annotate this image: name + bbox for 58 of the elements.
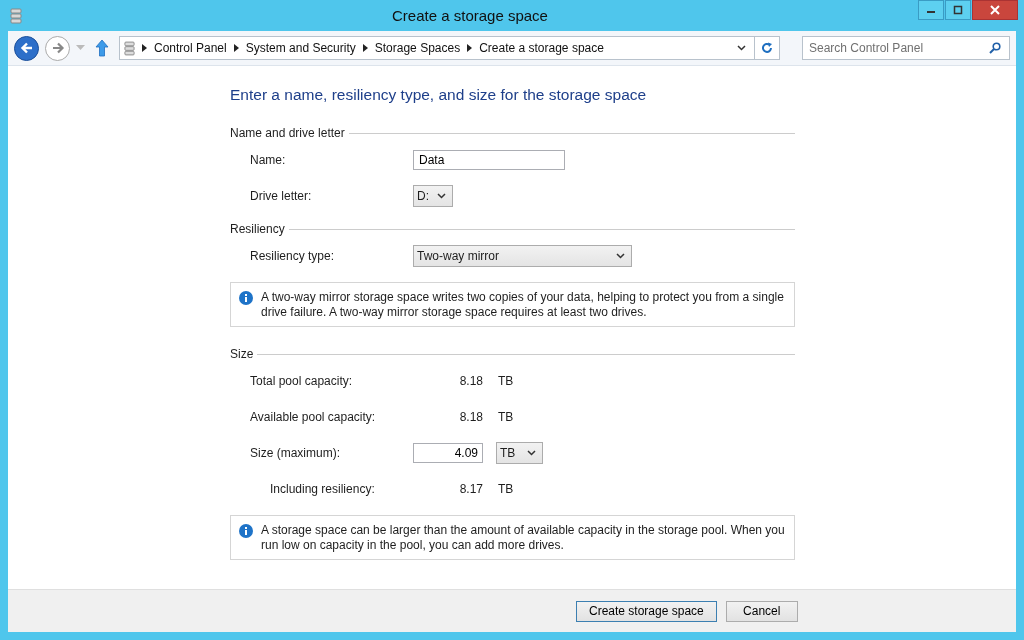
address-bar[interactable]: Control Panel System and Security Storage Spaces Create a storage space [119, 36, 755, 60]
right-arrow-icon [50, 41, 65, 55]
forward-button[interactable] [45, 35, 70, 61]
back-button[interactable] [14, 35, 39, 61]
breadcrumb[interactable]: Create a storage space [479, 41, 604, 55]
breadcrumb[interactable]: Control Panel [154, 41, 227, 55]
drive-stack-icon [124, 40, 135, 56]
chevron-down-icon [527, 450, 536, 456]
maximize-button[interactable] [945, 0, 971, 20]
dropdown[interactable]: D: [413, 185, 453, 207]
chevron-down-icon[interactable] [737, 45, 746, 51]
capacity-value: 8.18 [458, 410, 483, 424]
maximize-icon [953, 5, 963, 15]
chevron-down-icon [616, 253, 625, 259]
refresh-icon [761, 42, 773, 54]
info-icon [239, 524, 253, 538]
section-title: Resiliency [230, 222, 285, 236]
chevron-right-icon [362, 44, 368, 52]
unit-label: TB [498, 410, 514, 424]
up-arrow-icon[interactable] [95, 39, 109, 57]
breadcrumb[interactable]: Storage Spaces [374, 41, 461, 55]
chevron-right-icon [233, 44, 239, 52]
left-arrow-icon [19, 41, 34, 55]
close-button[interactable] [972, 0, 1018, 20]
capacity-value: 8.17 [458, 482, 483, 496]
minimize-button[interactable] [918, 0, 944, 20]
search-field[interactable]: Search Control Panel [802, 36, 1010, 60]
unit-label: TB [498, 482, 514, 496]
close-icon [990, 5, 1000, 15]
section-title: Name and drive letter [230, 126, 345, 140]
chevron-right-icon [142, 44, 147, 52]
field-label: Total pool capacity: [250, 374, 354, 388]
field-label: Including resiliency: [269, 482, 376, 496]
unit-label: TB [498, 374, 514, 388]
info-text: A storage space can be larger than the amount of available capacity in the storage pool. When you run low on capacity in the pool, you can add more drives. [261, 523, 786, 553]
field-label: Drive letter: [250, 189, 313, 203]
field-label: Size (maximum): [250, 446, 341, 460]
search-icon [989, 42, 1001, 54]
refresh-button[interactable] [754, 36, 780, 60]
field-label: Name: [250, 153, 287, 167]
field-label: Resiliency type: [250, 249, 336, 263]
create-button[interactable]: Create storage space [576, 600, 717, 622]
section-title: Size [230, 347, 254, 361]
capacity-value: 8.18 [458, 374, 483, 388]
cancel-button[interactable]: Cancel [725, 600, 798, 622]
drive-stack-icon [10, 7, 22, 24]
dropdown[interactable]: Two-way mirror [413, 245, 632, 267]
info-icon [239, 291, 253, 305]
unit-dropdown[interactable]: TB [496, 442, 543, 464]
info-text: A two-way mirror storage space writes two copies of your data, helping to protect you from a single drive failure. A two-way mirror storage space requires at least two drives. [261, 290, 785, 320]
name-field[interactable]: Data [413, 150, 565, 170]
page-heading: Enter a name, resiliency type, and size for the storage space [230, 86, 648, 104]
size-field[interactable]: 4.09 [413, 443, 483, 463]
breadcrumb[interactable]: System and Security [245, 41, 356, 55]
window-title: Create a storage space [391, 7, 549, 24]
chevron-right-icon [467, 44, 473, 52]
field-label: Available pool capacity: [250, 410, 377, 424]
chevron-down-icon [437, 193, 446, 199]
